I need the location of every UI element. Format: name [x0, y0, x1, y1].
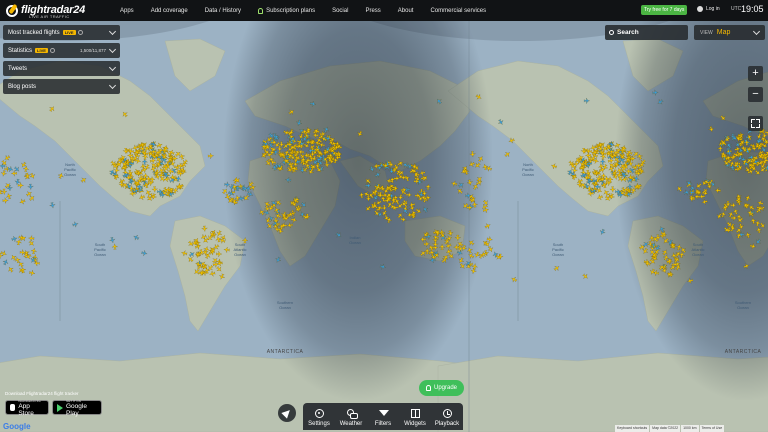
my-location-button[interactable]	[278, 404, 296, 422]
download-text: Download Flightradar24 flight tracker	[5, 391, 79, 396]
nav-add-coverage[interactable]: Add coverage	[151, 8, 188, 14]
utc-label: UTC	[731, 6, 742, 12]
keyboard-shortcuts-link[interactable]: Keyboard shortcuts	[615, 425, 650, 432]
view-label: VIEW	[700, 29, 713, 36]
funnel-icon	[378, 409, 389, 418]
nav-data-history[interactable]: Data / History	[205, 8, 241, 14]
login-button[interactable]: Log in	[697, 6, 720, 12]
settings-label: Settings	[308, 421, 330, 427]
search-icon	[609, 30, 614, 35]
map-data-label: Map data ©2022	[650, 425, 681, 432]
map-attribution: Keyboard shortcuts Map data ©2022 1000 k…	[615, 425, 725, 432]
terms-link[interactable]: Terms of Use	[699, 425, 725, 432]
ocean-label: North Pacific Ocean	[522, 162, 534, 177]
zoom-out-button[interactable]: −	[748, 87, 763, 102]
widgets-icon	[410, 409, 420, 418]
nav-subscription-label: Subscription plans	[266, 7, 316, 14]
app-store-badge[interactable]: Download on the App Store	[5, 398, 49, 417]
free-trial-button[interactable]: Try free for 7 days	[641, 5, 688, 15]
statistics-panel[interactable]: Statistics LIVE 1,500/11,877	[3, 43, 120, 58]
widgets-label: Widgets	[404, 421, 426, 427]
upgrade-label: Upgrade	[433, 385, 457, 391]
ocean-label: South Pacific Ocean	[552, 242, 564, 257]
upgrade-button[interactable]: Upgrade	[419, 380, 464, 396]
logo[interactable]: flightradar24 LIVE AIR TRAFFIC	[6, 0, 106, 21]
ocean-label: South Pacific Ocean	[94, 242, 106, 257]
fullscreen-button[interactable]	[748, 116, 763, 131]
blog-posts-label: Blog posts	[8, 83, 37, 90]
google-play-badge[interactable]: GET IT ON Google Play	[52, 399, 102, 417]
tweets-label: Tweets	[8, 65, 28, 72]
nav-subscription-plans[interactable]: Subscription plans	[258, 7, 316, 14]
tweets-panel[interactable]: Tweets	[3, 61, 120, 76]
location-arrow-icon	[281, 407, 293, 419]
scale-label: 1000 km	[681, 425, 699, 432]
most-tracked-label: Most tracked flights	[8, 29, 60, 36]
bottom-toolbar: Settings Weather Filters Widgets Playbac…	[303, 403, 463, 430]
login-label: Log in	[706, 6, 720, 12]
playback-label: Playback	[434, 421, 460, 427]
google-play-icon	[57, 403, 63, 412]
weather-button[interactable]: Weather	[335, 403, 367, 430]
weather-label: Weather	[339, 421, 363, 427]
top-bar: flightradar24 LIVE AIR TRAFFIC Apps Add …	[0, 0, 768, 21]
settings-button[interactable]: Settings	[303, 403, 335, 430]
clock-time: 19:05	[741, 4, 764, 14]
chevron-down-icon	[108, 27, 117, 36]
ocean-label: Southern Ocean	[277, 300, 293, 310]
ocean-label: Indian Ocean	[349, 235, 361, 245]
brand-tagline: LIVE AIR TRAFFIC	[29, 14, 70, 19]
nav-apps[interactable]: Apps	[120, 8, 134, 14]
ocean-label: ANTARCTICA	[267, 349, 304, 355]
statistics-label: Statistics	[8, 47, 33, 54]
gear-icon	[314, 409, 324, 418]
nav-commercial-services[interactable]: Commercial services	[430, 8, 486, 14]
app-store-label: App Store	[18, 402, 34, 417]
chevron-down-icon	[108, 63, 117, 72]
lightbulb-icon	[258, 7, 264, 14]
nav-about[interactable]: About	[398, 8, 414, 14]
logo-icon	[6, 4, 18, 17]
nav-social[interactable]: Social	[332, 8, 348, 14]
flight-map[interactable]: North Pacific Ocean South Pacific Ocean South A…	[0, 21, 768, 432]
chevron-down-icon	[752, 27, 761, 36]
search-label: Search	[617, 29, 639, 36]
statistics-value: 1,500/11,877	[80, 48, 106, 53]
google-play-label: Google Play	[66, 402, 87, 417]
info-icon[interactable]	[49, 48, 55, 53]
weather-icon	[346, 409, 358, 419]
view-selector[interactable]: VIEW Map	[694, 25, 765, 40]
filters-button[interactable]: Filters	[367, 403, 399, 430]
blog-posts-panel[interactable]: Blog posts	[3, 79, 120, 94]
chevron-down-icon	[108, 45, 117, 54]
zoom-in-button[interactable]: +	[748, 66, 763, 81]
playback-button[interactable]: Playback	[431, 403, 463, 430]
view-value: Map	[716, 29, 731, 36]
widgets-button[interactable]: Widgets	[399, 403, 431, 430]
ocean-label: ANTARCTICA	[725, 349, 762, 355]
info-icon[interactable]	[77, 30, 83, 35]
apple-icon	[10, 404, 16, 411]
most-tracked-panel[interactable]: Most tracked flights LIVE	[3, 25, 120, 40]
ocean-label: Southern Ocean	[735, 300, 751, 310]
ocean-label: South Atlantic Ocean	[691, 242, 704, 257]
rocket-icon	[425, 385, 431, 391]
playback-clock-icon	[442, 409, 452, 418]
live-badge: LIVE	[35, 48, 48, 53]
filters-label: Filters	[374, 421, 392, 427]
ocean-label: South Atlantic Ocean	[233, 242, 246, 257]
nav-press[interactable]: Press	[365, 8, 380, 14]
google-logo: Google	[3, 422, 31, 431]
live-badge: LIVE	[62, 30, 76, 35]
search-box[interactable]: Search	[605, 25, 688, 40]
ocean-label: North Pacific Ocean	[64, 162, 76, 177]
main-nav: Apps Add coverage Data / History Subscri…	[120, 7, 503, 14]
chevron-down-icon	[108, 81, 117, 90]
user-icon	[697, 6, 703, 12]
app-store-small: Download on the	[18, 398, 41, 403]
